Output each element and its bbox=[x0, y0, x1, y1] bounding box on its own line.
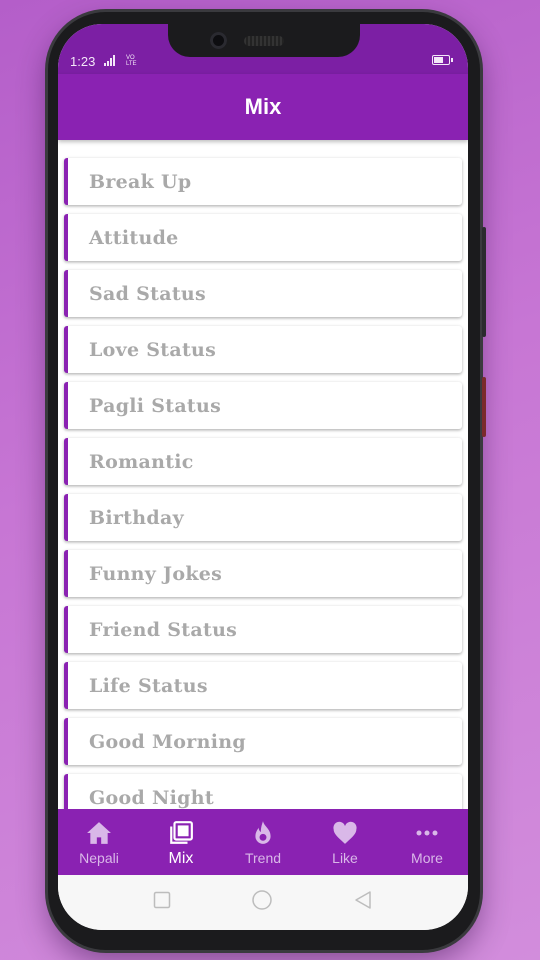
category-item-pagli-status[interactable]: Pagli Status bbox=[64, 382, 462, 429]
category-item-birthday[interactable]: Birthday bbox=[64, 494, 462, 541]
bottom-navigation: Nepali Mix Trend Like More bbox=[58, 809, 468, 875]
nav-item-like[interactable]: Like bbox=[304, 809, 386, 875]
recents-button[interactable] bbox=[153, 891, 171, 914]
category-item-funny-jokes[interactable]: Funny Jokes bbox=[64, 550, 462, 597]
collections-icon bbox=[168, 820, 194, 846]
back-button[interactable] bbox=[353, 890, 373, 915]
battery-icon bbox=[432, 55, 453, 65]
power-button bbox=[482, 377, 486, 437]
category-label: Romantic bbox=[89, 450, 194, 473]
category-label: Love Status bbox=[89, 338, 217, 361]
more-dots-icon bbox=[415, 820, 439, 846]
category-item-break-up[interactable]: Break Up bbox=[64, 158, 462, 205]
category-label: Pagli Status bbox=[89, 394, 222, 417]
status-bar: 1:23 VO LTE bbox=[58, 24, 468, 74]
category-item-good-night[interactable]: Good Night bbox=[64, 774, 462, 809]
home-icon bbox=[86, 820, 112, 846]
category-list[interactable]: Break Up Attitude Sad Status Love Status… bbox=[58, 146, 468, 809]
category-label: Life Status bbox=[89, 674, 208, 697]
category-item-sad-status[interactable]: Sad Status bbox=[64, 270, 462, 317]
volume-button bbox=[482, 227, 486, 337]
nav-label: Mix bbox=[168, 850, 194, 867]
category-item-life-status[interactable]: Life Status bbox=[64, 662, 462, 709]
page-title: Mix bbox=[244, 94, 282, 119]
category-item-friend-status[interactable]: Friend Status bbox=[64, 606, 462, 653]
category-label: Good Night bbox=[89, 786, 214, 809]
system-navigation-bar bbox=[58, 875, 468, 930]
screen: 1:23 VO LTE Mix Break Up Attitude Sad St… bbox=[58, 24, 468, 930]
nav-item-nepali[interactable]: Nepali bbox=[58, 809, 140, 875]
earpiece-speaker bbox=[244, 36, 284, 46]
category-item-love-status[interactable]: Love Status bbox=[64, 326, 462, 373]
app-bar: Mix bbox=[58, 74, 468, 140]
flame-icon bbox=[252, 820, 274, 846]
volte-badge: VO LTE bbox=[126, 55, 137, 67]
signal-icon bbox=[104, 54, 115, 66]
category-label: Sad Status bbox=[89, 282, 207, 305]
heart-icon bbox=[332, 820, 358, 846]
category-label: Break Up bbox=[89, 170, 192, 193]
nav-item-more[interactable]: More bbox=[386, 809, 468, 875]
home-button[interactable] bbox=[251, 889, 273, 916]
status-time: 1:23 bbox=[70, 54, 96, 69]
front-camera bbox=[210, 32, 227, 49]
category-item-good-morning[interactable]: Good Morning bbox=[64, 718, 462, 765]
category-item-romantic[interactable]: Romantic bbox=[64, 438, 462, 485]
category-label: Funny Jokes bbox=[89, 562, 223, 585]
category-item-attitude[interactable]: Attitude bbox=[64, 214, 462, 261]
category-label: Attitude bbox=[89, 226, 179, 249]
category-label: Birthday bbox=[89, 506, 184, 529]
phone-frame: 1:23 VO LTE Mix Break Up Attitude Sad St… bbox=[48, 12, 486, 950]
nav-label: Nepali bbox=[79, 850, 119, 866]
category-label: Good Morning bbox=[89, 730, 246, 753]
nav-label: Like bbox=[332, 850, 358, 866]
nav-label: Trend bbox=[244, 850, 282, 866]
category-label: Friend Status bbox=[89, 618, 238, 641]
notch bbox=[168, 24, 360, 57]
nav-item-trend[interactable]: Trend bbox=[222, 809, 304, 875]
nav-label: More bbox=[411, 850, 443, 866]
nav-item-mix[interactable]: Mix bbox=[140, 809, 222, 875]
